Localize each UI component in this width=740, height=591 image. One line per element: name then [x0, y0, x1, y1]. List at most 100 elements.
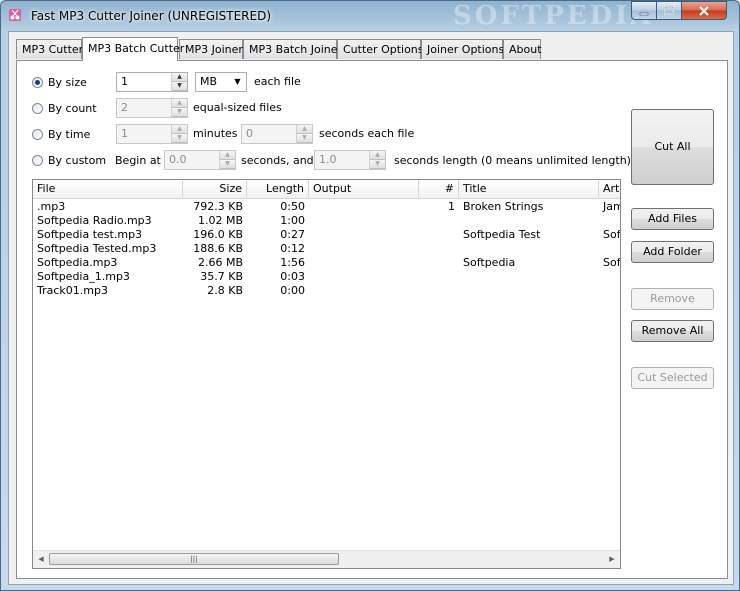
by-custom-label: By custom	[48, 154, 107, 167]
minutes-spinner[interactable]: 1 ▲ ▼	[116, 124, 188, 144]
table-row[interactable]: Softpedia_1.mp3 35.7 KB 0:03	[33, 270, 620, 284]
cell-output	[309, 228, 419, 242]
add-files-button[interactable]: Add Files	[631, 208, 714, 230]
cell-file: Softpedia Tested.mp3	[37, 242, 157, 255]
spin-down-icon[interactable]: ▼	[172, 82, 187, 91]
by-time-label: By time	[48, 128, 91, 141]
begin-at-value: 0.0	[169, 153, 187, 166]
seconds-each-file-label: seconds each file	[319, 127, 415, 140]
minimize-icon	[639, 12, 649, 16]
by-custom-radio[interactable]: By custom	[32, 153, 122, 169]
spinner-arrows[interactable]: ▲ ▼	[171, 73, 187, 91]
size-unit-select[interactable]: MB ▼	[195, 72, 247, 92]
cell-output	[309, 256, 419, 270]
begin-at-spinner[interactable]: 0.0 ▲ ▼	[164, 150, 236, 170]
seconds-length-label: seconds length (0 means unlimited length…	[394, 154, 631, 167]
column-header-output[interactable]: Output	[309, 180, 419, 197]
cell-output	[309, 214, 419, 228]
cell-title: Broken Strings	[463, 200, 544, 213]
cell-artist	[599, 284, 620, 298]
horizontal-scrollbar[interactable]: ◀ ||| ▶	[33, 550, 620, 568]
cell-size: 2.66 MB	[197, 256, 243, 269]
cell-output	[309, 200, 419, 214]
scroll-right-icon[interactable]: ▶	[606, 554, 618, 565]
spin-down-icon[interactable]: ▼	[370, 160, 385, 169]
spin-up-icon[interactable]: ▲	[172, 73, 187, 82]
file-list[interactable]: File Size Length Output # Title Art .mp3…	[32, 179, 621, 569]
spin-up-icon[interactable]: ▲	[172, 125, 187, 134]
cell-num	[419, 284, 459, 298]
tab-joiner-options[interactable]: Joiner Options	[421, 39, 504, 59]
by-time-radio[interactable]: By time	[32, 127, 104, 143]
seconds-and-label: seconds, and	[241, 154, 314, 167]
column-header-file[interactable]: File	[33, 180, 183, 197]
cut-all-button[interactable]: Cut All	[631, 109, 714, 185]
spinner-arrows[interactable]: ▲ ▼	[369, 151, 385, 169]
cut-selected-button[interactable]: Cut Selected	[631, 367, 714, 389]
maximize-button[interactable]	[656, 1, 682, 20]
tab-about[interactable]: About	[503, 39, 542, 59]
column-header-artist[interactable]: Art	[599, 180, 620, 197]
custom-length-value: 1.0	[319, 153, 337, 166]
tab-mp3-batch-joiner[interactable]: MP3 Batch Joiner	[243, 39, 342, 59]
spinner-arrows[interactable]: ▲ ▼	[171, 125, 187, 143]
batch-cutter-panel: By size 1 ▲ ▼ MB ▼ each file By count 2 ▲…	[16, 60, 728, 579]
cell-output	[309, 270, 419, 284]
by-count-radio[interactable]: By count	[32, 101, 112, 117]
tab-mp3-joiner[interactable]: MP3 Joiner	[179, 39, 243, 59]
size-value-spinner[interactable]: 1 ▲ ▼	[116, 72, 188, 92]
remove-button[interactable]: Remove	[631, 288, 714, 310]
custom-length-spinner[interactable]: 1.0 ▲ ▼	[314, 150, 386, 170]
cell-artist	[599, 242, 620, 256]
tab-mp3-batch-cutter[interactable]: MP3 Batch Cutter	[82, 37, 184, 61]
by-count-label: By count	[48, 102, 97, 115]
table-row[interactable]: Softpedia.mp3 2.66 MB 1:56 Softpedia Sof	[33, 256, 620, 270]
by-size-radio[interactable]: By size	[32, 75, 102, 91]
cell-num	[419, 270, 459, 284]
cell-artist: Sof	[603, 228, 621, 241]
minimize-button[interactable]	[631, 1, 657, 20]
cell-output	[309, 242, 419, 256]
scroll-left-icon[interactable]: ◀	[35, 554, 47, 565]
table-row[interactable]: Softpedia Tested.mp3 188.6 KB 0:12	[33, 242, 620, 256]
add-folder-button[interactable]: Add Folder	[631, 241, 714, 263]
spin-up-icon[interactable]: ▲	[370, 151, 385, 160]
column-header-title[interactable]: Title	[459, 180, 599, 197]
table-row[interactable]: Softpedia test.mp3 196.0 KB 0:27 Softpedia …	[33, 228, 621, 242]
seconds-spinner[interactable]: 0 ▲ ▼	[241, 124, 313, 144]
table-row[interactable]: Track01.mp3 2.8 KB 0:00	[33, 284, 620, 298]
spinner-arrows[interactable]: ▲ ▼	[296, 125, 312, 143]
spinner-arrows[interactable]: ▲ ▼	[171, 99, 187, 117]
spin-down-icon[interactable]: ▼	[220, 160, 235, 169]
title-bar[interactable]: Fast MP3 Cutter Joiner (UNREGISTERED) SO…	[1, 1, 739, 31]
remove-all-button[interactable]: Remove All	[631, 320, 714, 342]
spin-up-icon[interactable]: ▲	[297, 125, 312, 134]
chevron-down-icon[interactable]: ▼	[230, 74, 245, 90]
spin-down-icon[interactable]: ▼	[172, 108, 187, 117]
tab-mp3-cutter[interactable]: MP3 Cutter	[16, 39, 83, 59]
spin-down-icon[interactable]: ▼	[172, 134, 187, 143]
scroll-thumb[interactable]: |||	[49, 553, 339, 565]
column-header-number[interactable]: #	[419, 180, 459, 197]
spin-up-icon[interactable]: ▲	[172, 99, 187, 108]
seconds-value: 0	[246, 127, 253, 140]
cell-title: Softpedia	[463, 256, 516, 269]
cell-title	[459, 214, 599, 228]
size-value: 1	[121, 75, 128, 88]
radio-indicator	[32, 155, 43, 166]
cell-length: 0:00	[280, 284, 305, 297]
spin-down-icon[interactable]: ▼	[297, 134, 312, 143]
cell-file: Softpedia.mp3	[37, 256, 118, 269]
column-header-size[interactable]: Size	[183, 180, 247, 197]
cell-file: Softpedia test.mp3	[37, 228, 143, 241]
count-value-spinner[interactable]: 2 ▲ ▼	[116, 98, 188, 118]
close-button[interactable]	[681, 1, 727, 20]
spin-up-icon[interactable]: ▲	[220, 151, 235, 160]
spinner-arrows[interactable]: ▲ ▼	[219, 151, 235, 169]
column-header-length[interactable]: Length	[247, 180, 309, 197]
cell-file: .mp3	[37, 200, 66, 213]
tab-cutter-options[interactable]: Cutter Options	[337, 39, 424, 59]
cell-size: 792.3 KB	[193, 200, 243, 213]
table-row[interactable]: Softpedia Radio.mp3 1.02 MB 1:00	[33, 214, 620, 228]
table-row[interactable]: .mp3 792.3 KB 0:50 1 Broken Strings Jam	[33, 200, 620, 214]
